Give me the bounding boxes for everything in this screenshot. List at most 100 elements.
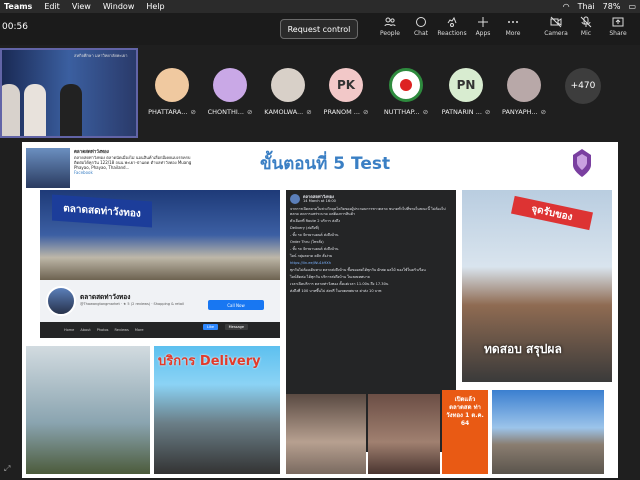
- post-line: Delivery (ส่งถึงที่): [290, 226, 320, 230]
- participant-name: PHATTARA...: [148, 108, 188, 116]
- vendor-photo: [368, 394, 440, 474]
- camera-button[interactable]: Camera: [540, 16, 572, 44]
- participant-tile[interactable]: PANYAPH... ⊘: [502, 68, 546, 116]
- battery-percent[interactable]: 78%: [603, 2, 621, 11]
- participant-name: PANYAPH...: [501, 108, 538, 116]
- share-icon: [612, 17, 624, 27]
- post-line: เวลาเปิดบริการ ตลาดท่าวังทอง ตั้งแต่เวลา…: [290, 282, 389, 286]
- menu-bar: Teams Edit View Window Help ◠ Thai 78% ▭: [0, 0, 640, 13]
- reactions-button[interactable]: Reactions: [436, 16, 468, 44]
- avatar: [507, 68, 541, 102]
- fb-page-subtitle: @Thawangtongmarket · ★ 5 (2 reviews) · S…: [80, 302, 184, 306]
- more-button[interactable]: More: [497, 16, 529, 44]
- participant-name: CHONTHI...: [207, 108, 244, 116]
- post-line: ไลน์ติดต่อ ได้ทุกวัน บริการส่งถึงบ้าน ใน…: [290, 275, 370, 279]
- card-thumbnail: [26, 148, 70, 188]
- share-label: Share: [609, 30, 627, 37]
- university-logo-icon: [573, 149, 591, 177]
- fb-tab: More: [134, 328, 144, 332]
- participant-tile[interactable]: PN PATNARIN ... ⊘: [441, 68, 491, 116]
- fb-tab: About: [80, 328, 91, 332]
- battery-icon[interactable]: ▭: [628, 2, 636, 11]
- menu-window[interactable]: Window: [103, 2, 135, 11]
- post-line: ส่งถึงที่ 100 บาทขึ้นไป ส่งฟรี ในเขตเทศบ…: [290, 289, 382, 293]
- post-link: https://lin.ee/Wu1k9Xh: [290, 261, 332, 265]
- post-line: - ทั้ง รถ จักรยานยนต์ ส่งถึงบ้าน: [290, 233, 339, 237]
- menu-view[interactable]: View: [72, 2, 91, 11]
- mic-off-icon: ⊘: [190, 108, 196, 116]
- camera-off-icon: [550, 16, 562, 28]
- mic-off-icon: ⊘: [306, 108, 312, 116]
- fb-tab: Photos: [96, 328, 109, 332]
- participant-name: KAMOLWA...: [264, 108, 304, 116]
- facebook-page-screenshot: ตลาดสดท่าวังทอง ตลาดสดท่าวังทอง @Thawang…: [40, 190, 280, 338]
- people-button[interactable]: People: [374, 16, 406, 44]
- more-participants-count[interactable]: +470: [565, 68, 601, 104]
- request-control-button[interactable]: Request control: [280, 19, 358, 39]
- avatar: [213, 68, 247, 102]
- card-source: Facebook: [74, 170, 93, 175]
- post-line: ทุกวันไม่ต้องเดินทาง ตลาดส่งถึงบ้าน ซื้อ…: [290, 268, 426, 272]
- mic-label: Mic: [580, 30, 592, 37]
- menubar-status: ◠ Thai 78% ▭: [563, 2, 636, 11]
- post-avatar: [290, 194, 300, 204]
- vendor-photo: [26, 346, 150, 474]
- menu-app-name[interactable]: Teams: [4, 2, 32, 11]
- reactions-icon: [447, 16, 457, 27]
- presenter-video-tile[interactable]: สหกิจศึกษา มหาวิทยาลัยพะเยา: [0, 48, 138, 138]
- more-icon: [508, 21, 518, 23]
- card-description: ตลาดสดท่าวังทอง ตลาดนัดเมืองไม่ นอนสินค้…: [74, 155, 192, 170]
- language-indicator[interactable]: Thai: [578, 2, 595, 11]
- avatar: [389, 68, 423, 102]
- mic-off-icon: ⊘: [484, 108, 491, 116]
- presenter-person: [24, 84, 46, 136]
- meeting-toolbar: 00:56 Request control People Chat Reacti…: [0, 13, 640, 45]
- apps-button[interactable]: Apps: [467, 16, 499, 44]
- apps-label: Apps: [475, 30, 491, 37]
- avatar: [155, 68, 189, 102]
- participant-tile[interactable]: PK PRANOM ... ⊘: [324, 68, 368, 116]
- post-line: - ทั้ง รถ จักรยานยนต์ ส่งถึงบ้าน: [290, 247, 339, 251]
- presenter-label: สหกิจศึกษา มหาวิทยาลัยพะเยา: [74, 53, 128, 58]
- shared-screen: ขั้นตอนที่ 5 Test ตลาดสดท่าวังทอง ตลาดสด…: [22, 142, 618, 478]
- parking-photo: [492, 390, 604, 474]
- participant-tile[interactable]: CHONTHI... ⊘: [208, 68, 252, 116]
- mic-off-icon: [580, 16, 592, 28]
- fb-call-now-button: Call Now: [208, 300, 264, 310]
- participant-tile[interactable]: NUTTHAP... ⊘: [384, 68, 428, 116]
- meeting-timer: 00:56: [2, 22, 28, 32]
- mic-off-icon: ⊘: [246, 108, 253, 116]
- facebook-link-card[interactable]: ตลาดสดท่าวังทอง ตลาดสดท่าวังทอง ตลาดนัดเ…: [26, 148, 194, 194]
- camera-label: Camera: [544, 30, 568, 37]
- share-button[interactable]: Share: [602, 16, 634, 44]
- fb-tab: Reviews: [114, 328, 129, 332]
- wifi-icon[interactable]: ◠: [563, 2, 570, 11]
- avatar: PK: [329, 68, 363, 102]
- participant-name: PRANOM ...: [323, 108, 361, 116]
- participant-tile[interactable]: KAMOLWA... ⊘: [264, 68, 312, 116]
- fb-message-button: Message: [224, 324, 248, 330]
- participant-tile[interactable]: PHATTARA... ⊘: [148, 68, 196, 116]
- post-line: จากการเปิดตลาดในช่วงวิกฤตโควิดของผู้ประก…: [290, 207, 446, 216]
- photo-caption: ทดสอบ สรุปผล: [484, 342, 562, 356]
- chat-label: Chat: [413, 30, 429, 37]
- chat-icon: [416, 17, 426, 27]
- poster-text: เปิดแล้ว ตลาดสด ท่าวังทอง 1 ต.ค. 64: [446, 396, 484, 427]
- menu-help[interactable]: Help: [146, 2, 164, 11]
- mic-off-icon: ⊘: [422, 108, 429, 116]
- fb-tabs: Home About Photos Reviews More Like Mess…: [40, 322, 280, 338]
- presenter-person: [2, 84, 20, 136]
- avatar: [271, 68, 305, 102]
- rose-logo-icon: [400, 79, 412, 91]
- post-line: Order Thru (โทรสั่ง): [290, 240, 324, 244]
- menu-edit[interactable]: Edit: [44, 2, 60, 11]
- participant-name: PATNARIN ...: [441, 108, 482, 116]
- mic-button[interactable]: Mic: [570, 16, 602, 44]
- chat-button[interactable]: Chat: [405, 16, 437, 44]
- expand-icon[interactable]: ⤢: [4, 464, 14, 474]
- fb-tab: Home: [64, 328, 75, 332]
- reactions-label: Reactions: [437, 30, 467, 37]
- fb-page-name: ตลาดสดท่าวังทอง: [80, 293, 131, 301]
- mic-off-icon: ⊘: [363, 108, 369, 116]
- fb-like-button: Like: [203, 324, 218, 330]
